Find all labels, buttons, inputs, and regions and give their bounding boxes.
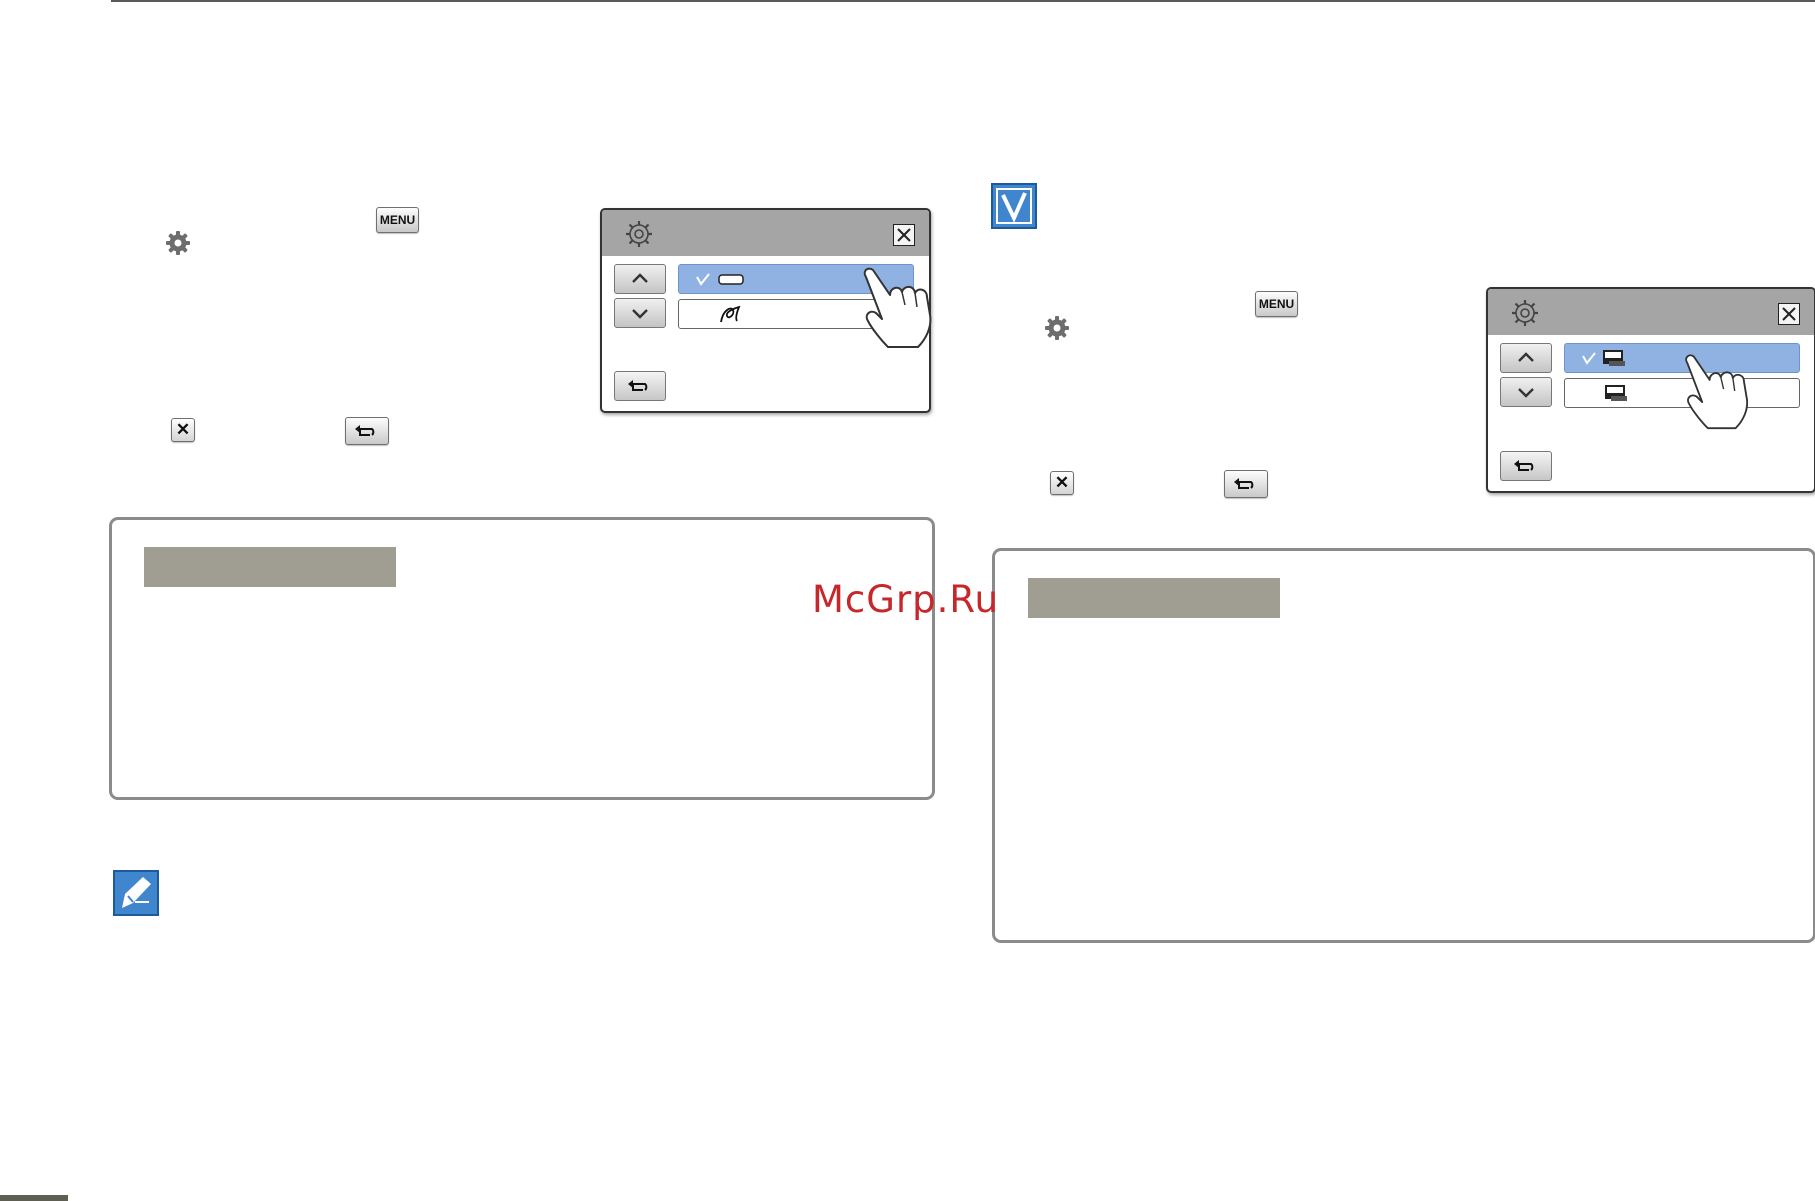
back-key-icon — [1224, 470, 1268, 498]
gear-icon — [166, 231, 190, 255]
menu-key-icon: MENU — [376, 207, 419, 233]
close-key-icon: ✕ — [171, 418, 195, 442]
back-key-icon — [345, 417, 389, 445]
info-box-tab — [144, 547, 396, 587]
back-button[interactable] — [614, 371, 666, 401]
info-box-left — [109, 517, 935, 800]
checkbox-icon — [991, 183, 1037, 229]
page-corner-marker — [0, 1195, 68, 1201]
scroll-down-button[interactable] — [1500, 377, 1552, 407]
lcd-screen-right — [1486, 287, 1815, 493]
info-box-tab — [1028, 578, 1280, 618]
close-icon[interactable] — [893, 224, 915, 246]
settings-gear-icon — [1512, 300, 1538, 326]
info-box-right — [992, 548, 1815, 943]
gear-icon — [1045, 316, 1069, 340]
scroll-up-button[interactable] — [614, 264, 666, 294]
scroll-up-button[interactable] — [1500, 343, 1552, 373]
settings-gear-icon — [626, 221, 652, 247]
touch-hand-icon — [863, 267, 932, 348]
touch-hand-icon — [1685, 354, 1749, 430]
menu-key-icon: MENU — [1255, 291, 1298, 317]
back-button[interactable] — [1500, 451, 1552, 481]
scroll-down-button[interactable] — [614, 298, 666, 328]
watermark-text: McGrp.Ru — [812, 578, 999, 621]
top-rule — [111, 0, 1815, 2]
close-key-icon: ✕ — [1050, 471, 1074, 495]
close-icon[interactable] — [1778, 303, 1800, 325]
note-icon — [113, 870, 159, 916]
